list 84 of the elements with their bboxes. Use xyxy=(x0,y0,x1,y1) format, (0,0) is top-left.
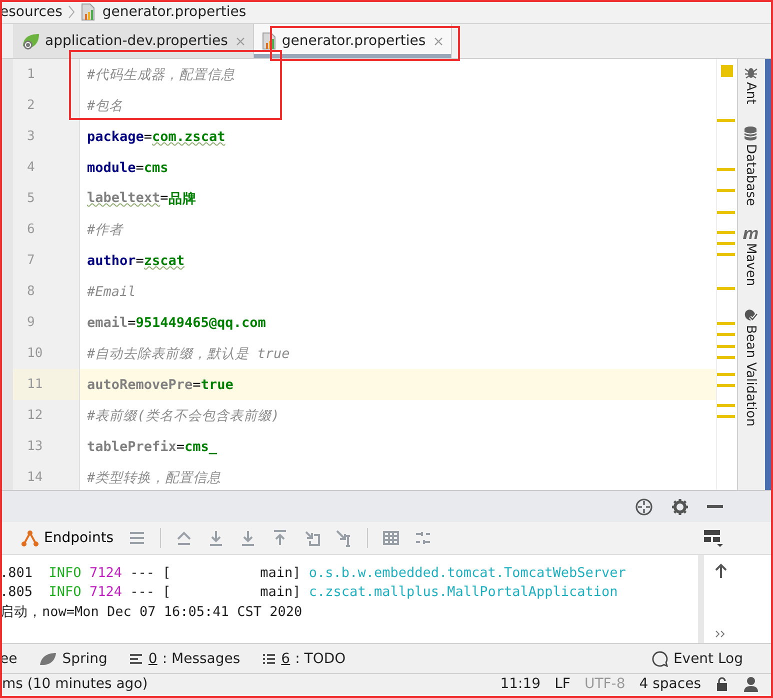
indent-setting[interactable]: 4 spaces xyxy=(639,676,701,692)
table-icon[interactable] xyxy=(382,529,400,547)
event-log-button[interactable]: Event Log xyxy=(652,650,743,666)
endpoints-tab[interactable]: Endpoints xyxy=(20,529,114,547)
person-icon[interactable] xyxy=(743,676,759,692)
tool-window-button[interactable]: Spring xyxy=(39,650,108,666)
code-comment: #类型转换，配置信息 xyxy=(86,468,222,486)
breadcrumb-item[interactable]: esources xyxy=(0,4,62,20)
log-pid: 7124 xyxy=(89,584,122,600)
log-time: .805 xyxy=(0,584,33,600)
line-number: 9 xyxy=(13,307,80,338)
line-number: 14 xyxy=(13,462,80,490)
code-line: module=cms xyxy=(86,160,168,176)
chevron-icon xyxy=(68,4,76,18)
tool-window-button[interactable]: 6 : TODO xyxy=(262,650,346,666)
code-comment: #代码生成器，配置信息 xyxy=(86,66,236,84)
code-line: autoRemovePre=true xyxy=(86,376,234,392)
close-icon[interactable] xyxy=(236,36,245,46)
code-comment: #Email xyxy=(86,284,136,300)
database-icon xyxy=(744,126,758,142)
line-number: 4 xyxy=(13,152,80,183)
code-line: author=zscat xyxy=(86,252,185,268)
code-line: labeltext=品牌 xyxy=(86,190,196,208)
line-number: 11 xyxy=(13,369,80,400)
breadcrumb-item[interactable]: generator.properties xyxy=(81,2,246,20)
log-thread: --- [ main] xyxy=(130,565,301,581)
speech-bubble-icon xyxy=(652,650,668,666)
caret-position[interactable]: 11:19 xyxy=(500,676,541,692)
menu-icon[interactable] xyxy=(128,529,146,547)
code-line: package=com.zscat xyxy=(86,128,226,144)
list-icon xyxy=(262,652,276,664)
log-logger: o.s.b.w.embedded.tomcat.TomcatWebServer xyxy=(308,565,626,581)
endpoints-icon xyxy=(20,529,40,547)
log-logger: c.zscat.mallplus.MallPortalApplication xyxy=(308,584,618,600)
properties-icon xyxy=(81,2,98,20)
code-line: email=951449465@qq.com xyxy=(86,314,266,330)
line-number: 5 xyxy=(13,183,80,214)
leaf-icon xyxy=(21,32,41,50)
m-letter-icon xyxy=(742,228,760,240)
restore-icon[interactable] xyxy=(302,529,321,547)
log-level: INFO xyxy=(48,565,82,581)
log-thread: --- [ main] xyxy=(130,584,301,600)
log-pid: 7124 xyxy=(89,565,122,581)
code-comment: #作者 xyxy=(86,220,124,238)
code-comment: #表前缀(类名不会包含表前缀) xyxy=(86,406,280,424)
cursor-arrow-icon[interactable] xyxy=(334,529,353,547)
status-message: ms (10 minutes ago) xyxy=(2,676,148,692)
line-number: 1 xyxy=(13,59,80,90)
up-arrow-icon[interactable] xyxy=(714,563,728,579)
line-number: 13 xyxy=(13,431,80,462)
code-comment: #自动去除表前缀，默认是 true xyxy=(86,344,290,362)
tool-window-button[interactable]: Bean Validation xyxy=(743,308,758,427)
line-number: 3 xyxy=(13,121,80,152)
tool-window-button[interactable]: Database xyxy=(743,126,758,206)
log-time: .801 xyxy=(0,565,33,581)
line-number: 8 xyxy=(13,276,80,307)
editor-tab[interactable]: application-dev.properties xyxy=(13,24,254,58)
line-number: 10 xyxy=(13,338,80,369)
target-icon[interactable] xyxy=(635,498,653,516)
settings-icon[interactable] xyxy=(671,498,689,516)
minimize-icon[interactable] xyxy=(707,504,723,508)
lock-icon[interactable] xyxy=(715,677,729,691)
log-message: 启动，now=Mon Dec 07 16:05:41 CST 2020 xyxy=(0,604,302,620)
leaf-icon xyxy=(39,652,58,666)
line-number: 6 xyxy=(13,214,80,245)
chevrons-icon[interactable] xyxy=(715,629,727,639)
bean-check-icon xyxy=(744,308,758,322)
lines-icon xyxy=(129,652,144,664)
line-number: 12 xyxy=(13,400,80,431)
bug-icon xyxy=(744,65,758,79)
line-separator[interactable]: LF xyxy=(554,676,570,692)
line-number: 7 xyxy=(13,245,80,276)
filter-icon[interactable] xyxy=(414,529,432,547)
code-line: tablePrefix=cms_ xyxy=(86,438,218,454)
layout-icon[interactable] xyxy=(703,529,723,547)
editor-tab[interactable]: generator.properties xyxy=(254,24,452,58)
line-number: 2 xyxy=(13,90,80,121)
tool-window-button[interactable]: 0 : Messages xyxy=(129,650,240,666)
log-level: INFO xyxy=(48,584,82,600)
tool-window-button[interactable]: Maven xyxy=(742,228,760,286)
scroll-up-icon[interactable] xyxy=(174,529,193,547)
close-icon[interactable] xyxy=(434,36,443,46)
code-comment: #包名 xyxy=(86,96,124,114)
tool-window-button[interactable]: Ant xyxy=(743,65,758,104)
